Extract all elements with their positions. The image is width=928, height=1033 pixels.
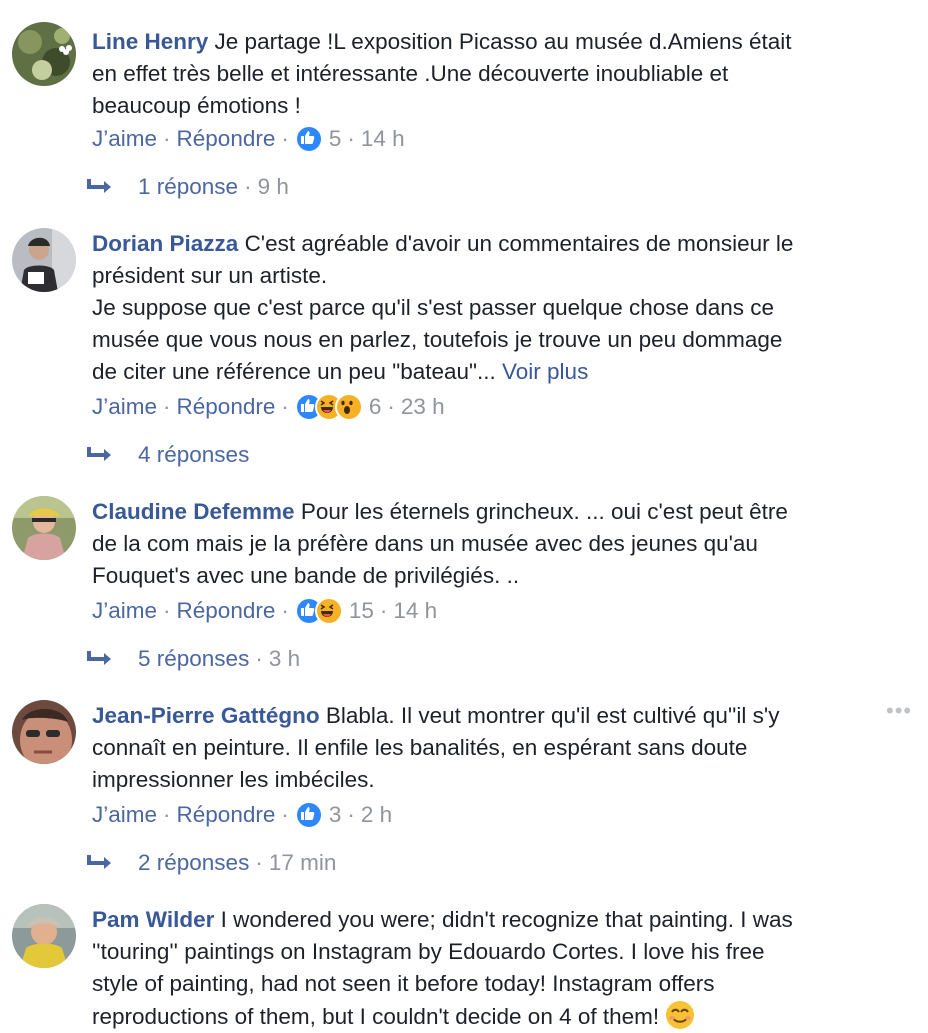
separator: · — [387, 394, 395, 419]
wow-reaction-icon — [334, 393, 363, 421]
replies-link[interactable]: 4 réponses — [138, 442, 249, 468]
like-reaction-icon — [294, 125, 323, 153]
avatar[interactable] — [12, 228, 76, 292]
separator: · — [244, 174, 252, 199]
separator: · — [281, 394, 289, 419]
reply-arrow-icon — [87, 447, 111, 461]
avatar[interactable] — [12, 904, 76, 968]
replies-row[interactable]: 2 réponses · 17 min — [86, 848, 336, 878]
avatar[interactable] — [12, 496, 76, 560]
reply-link[interactable]: Répondre — [177, 394, 276, 420]
like-link[interactable]: J’aime — [92, 126, 157, 152]
like-reaction-icon — [294, 801, 323, 829]
comment-actions: J’aime · Répondre · 6 · 23 h — [92, 392, 445, 422]
like-link[interactable]: J’aime — [92, 802, 157, 828]
comment-body: Line Henry Je partage !L exposition Pica… — [92, 26, 882, 122]
timestamp[interactable]: 23 h — [401, 394, 445, 420]
separator: · — [163, 598, 171, 623]
separator: · — [255, 850, 263, 875]
see-more-link[interactable]: Voir plus — [502, 359, 588, 384]
author-name[interactable]: Dorian Piazza — [92, 231, 238, 256]
author-name[interactable]: Pam Wilder — [92, 907, 214, 932]
reactions[interactable] — [294, 597, 343, 625]
separator: · — [347, 802, 355, 827]
reactions[interactable] — [294, 125, 323, 153]
more-options-icon[interactable]: ••• — [886, 698, 912, 724]
replies-timestamp: 3 h — [268, 646, 301, 671]
separator: · — [281, 802, 289, 827]
comment-body: Dorian Piazza C'est agréable d'avoir un … — [92, 228, 882, 388]
haha-reaction-icon — [314, 597, 343, 625]
separator: · — [281, 598, 289, 623]
replies-timestamp: 9 h — [257, 174, 289, 199]
reaction-count[interactable]: 3 — [329, 802, 342, 828]
reply-link[interactable]: Répondre — [177, 126, 276, 152]
author-name[interactable]: Line Henry — [92, 29, 208, 54]
replies-timestamp: 17 min — [268, 850, 337, 875]
comment-actions: J’aime · Répondre · 3 · 2 h — [92, 800, 392, 830]
reactions[interactable] — [294, 801, 323, 829]
timestamp[interactable]: 14 h — [361, 126, 405, 152]
comment-actions: J’aime · Répondre · 15 · 14 h — [92, 596, 437, 626]
separator: · — [163, 394, 171, 419]
reply-arrow-icon — [87, 651, 111, 665]
comment-body: Jean-Pierre Gattégno Blabla. Il veut mon… — [92, 700, 882, 796]
timestamp[interactable]: 14 h — [393, 598, 437, 624]
separator: · — [255, 646, 263, 671]
separator: · — [163, 126, 171, 151]
timestamp[interactable]: 2 h — [361, 802, 392, 828]
reactions[interactable] — [294, 393, 363, 421]
reply-arrow-icon — [87, 179, 111, 193]
reaction-count[interactable]: 15 — [349, 598, 374, 624]
replies-link[interactable]: 1 réponse — [138, 174, 238, 200]
avatar[interactable] — [12, 700, 76, 764]
comment-body: Claudine Defemme Pour les éternels grinc… — [92, 496, 882, 592]
replies-row[interactable]: 5 réponses · 3 h — [86, 644, 300, 674]
replies-row[interactable]: 1 réponse · 9 h — [86, 172, 289, 202]
like-link[interactable]: J’aime — [92, 394, 157, 420]
replies-link[interactable]: 5 réponses — [138, 646, 249, 672]
separator: · — [163, 802, 171, 827]
separator: · — [347, 126, 355, 151]
comment-body: Pam Wilder I wondered you were; didn't r… — [92, 904, 882, 1033]
reply-link[interactable]: Répondre — [177, 802, 276, 828]
comment-actions: J’aime · Répondre · 5 · 14 h — [92, 124, 405, 154]
replies-row[interactable]: 4 réponses — [86, 440, 249, 470]
avatar[interactable] — [12, 22, 76, 86]
separator: · — [281, 126, 289, 151]
reaction-count[interactable]: 5 — [329, 126, 342, 152]
reply-link[interactable]: Répondre — [177, 598, 276, 624]
separator: · — [379, 598, 388, 623]
reply-arrow-icon — [87, 855, 111, 869]
replies-link[interactable]: 2 réponses — [138, 850, 249, 876]
like-link[interactable]: J’aime — [92, 598, 157, 624]
reaction-count[interactable]: 6 — [369, 394, 382, 420]
author-name[interactable]: Jean-Pierre Gattégno — [92, 703, 320, 728]
smiling-face-emoji-icon — [666, 1001, 695, 1029]
author-name[interactable]: Claudine Defemme — [92, 499, 295, 524]
